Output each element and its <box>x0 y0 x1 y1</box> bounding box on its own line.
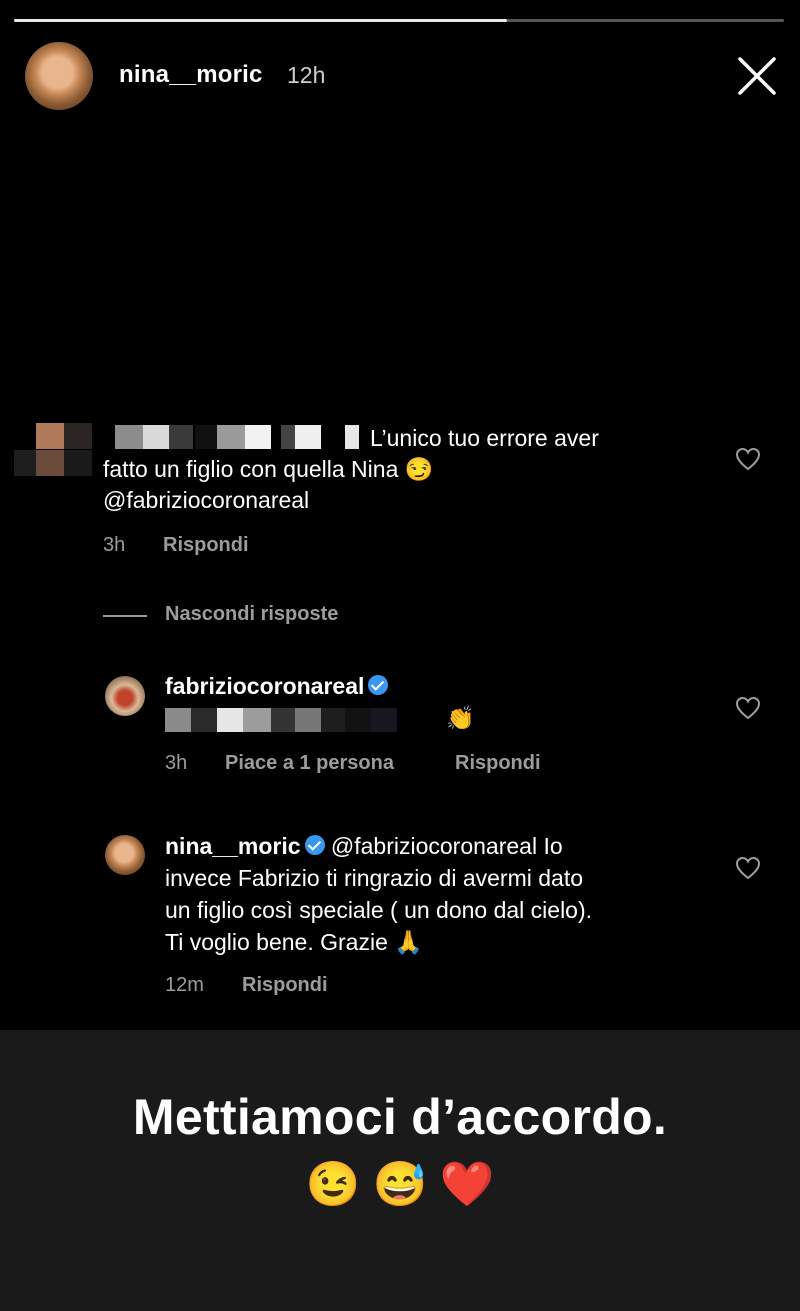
reply-emoji: 👏 <box>446 705 475 731</box>
story-header: nina__moric 12h <box>0 0 800 130</box>
comment-mention[interactable]: @fabriziocoronareal <box>103 485 309 516</box>
comment-avatar-blurred <box>14 423 94 477</box>
hide-replies-button[interactable]: Nascondi risposte <box>165 603 338 626</box>
reply-likes[interactable]: Piace a 1 persona <box>225 752 394 775</box>
comments-panel: L’unico tuo errore aver fatto un figlio … <box>0 399 800 1030</box>
comment-time: 3h <box>103 534 126 556</box>
close-icon[interactable] <box>737 56 777 96</box>
reply-text-fragment: Io <box>537 833 563 859</box>
verified-badge-icon <box>304 834 325 855</box>
reply-time: 3h <box>165 752 188 774</box>
verified-badge-icon <box>368 674 389 695</box>
reply-text-line: Ti voglio bene. Grazie 🙏 <box>165 929 423 955</box>
story-caption: Mettiamoci d’accordo. <box>132 1089 668 1145</box>
comment-text-line: L’unico tuo errore aver <box>370 425 599 451</box>
reply-username[interactable]: nina__moric <box>165 833 301 859</box>
reply-text-line: un figlio così speciale ( un dono dal ci… <box>165 897 593 923</box>
avatar[interactable] <box>105 676 145 716</box>
hide-replies-divider <box>103 615 147 617</box>
story-media-area <box>0 130 800 400</box>
heart-icon[interactable] <box>735 856 761 880</box>
heart-icon[interactable] <box>735 447 761 471</box>
comment-text-line: fatto un figlio con quella Nina 😏 <box>103 456 434 482</box>
avatar[interactable] <box>25 42 93 110</box>
reply-button[interactable]: Rispondi <box>242 974 328 997</box>
story-caption-area: Mettiamoci d’accordo. 😉 😅 ❤️ <box>0 1030 800 1311</box>
reply-button[interactable]: Rispondi <box>163 534 249 557</box>
reply-button[interactable]: Rispondi <box>455 752 541 775</box>
heart-icon[interactable] <box>735 696 761 720</box>
reply-text-line: invece Fabrizio ti ringrazio di avermi d… <box>165 865 584 891</box>
story-username[interactable]: nina__moric <box>119 61 263 89</box>
reply-username-text[interactable]: fabriziocoronareal <box>165 673 364 699</box>
reply-text-line: nina__moric @fabriziocoronareal Io <box>165 831 563 862</box>
story-caption-emojis: 😉 😅 ❤️ <box>305 1160 495 1209</box>
reply-text-blurred <box>165 708 440 734</box>
reply-username[interactable]: fabriziocoronareal <box>165 671 389 702</box>
story-time: 12h <box>287 62 326 88</box>
reply-time: 12m <box>165 974 204 996</box>
comment-username-blurred <box>115 425 365 451</box>
avatar[interactable] <box>105 835 145 875</box>
reply-mention[interactable]: @fabriziocoronareal <box>331 833 537 859</box>
